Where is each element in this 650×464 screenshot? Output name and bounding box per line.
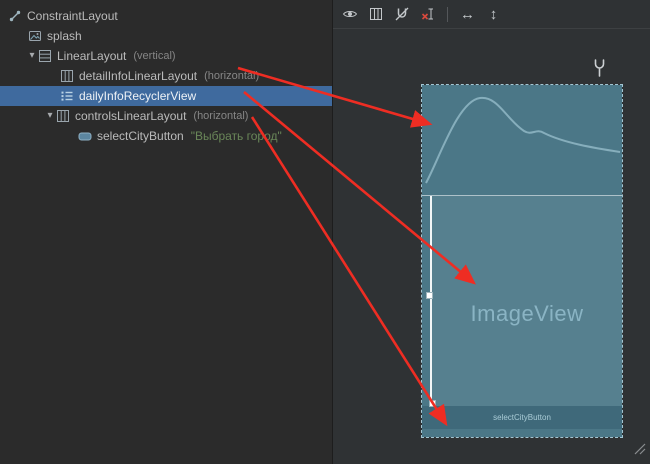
resize-handle-bottom-left[interactable] bbox=[429, 400, 436, 407]
constraint-layout-icon bbox=[8, 9, 22, 23]
select-city-button-label: selectCityButton bbox=[493, 413, 551, 422]
tree-item-annotation: (vertical) bbox=[133, 50, 175, 62]
clear-constraints-icon[interactable] bbox=[419, 6, 436, 23]
linear-layout-vertical-icon bbox=[38, 49, 52, 63]
linear-layout-horizontal-icon bbox=[56, 109, 70, 123]
tree-item-controlslinearlayout[interactable]: controlsLinearLayout (horizontal) bbox=[0, 106, 332, 126]
imageview-label: ImageView bbox=[471, 301, 584, 327]
autoconnect-off-icon[interactable] bbox=[393, 6, 410, 23]
expand-vertical-icon[interactable] bbox=[485, 6, 502, 23]
tree-item-label: dailyInfoRecyclerView bbox=[79, 89, 196, 103]
tree-item-label: controlsLinearLayout bbox=[75, 109, 186, 123]
resize-handle-left[interactable] bbox=[426, 292, 433, 299]
detail-info-section[interactable] bbox=[422, 85, 622, 195]
imageview-preview[interactable]: ImageView bbox=[430, 196, 622, 406]
design-canvas[interactable]: ImageView selectCityButton bbox=[333, 28, 650, 464]
design-surface-panel: ImageView selectCityButton bbox=[332, 0, 650, 464]
controls-section[interactable]: selectCityButton bbox=[422, 406, 622, 429]
button-icon bbox=[78, 129, 92, 143]
tree-item-text-value: "Выбрать город" bbox=[191, 129, 282, 143]
tree-item-annotation: (horizontal) bbox=[204, 70, 259, 82]
expand-horizontal-icon[interactable] bbox=[459, 6, 476, 23]
tree-item-label: splash bbox=[47, 29, 82, 43]
tree-item-label: LinearLayout bbox=[57, 49, 126, 63]
resize-grip-icon[interactable] bbox=[631, 440, 647, 461]
design-toolbar bbox=[333, 0, 650, 29]
chart-curve bbox=[422, 85, 622, 195]
recycler-view-icon bbox=[60, 89, 74, 103]
toolbar-separator bbox=[447, 7, 448, 22]
linear-layout-horizontal-icon bbox=[60, 69, 74, 83]
tree-item-splash[interactable]: splash bbox=[0, 26, 332, 46]
plug-icon[interactable] bbox=[592, 58, 607, 82]
tree-item-label: detailInfoLinearLayout bbox=[79, 69, 197, 83]
component-tree-panel: ConstraintLayout splash LinearLayout (ve… bbox=[0, 0, 332, 464]
column-guides-icon[interactable] bbox=[367, 6, 384, 23]
device-preview[interactable]: ImageView selectCityButton bbox=[422, 85, 622, 437]
layout-editor-window: ConstraintLayout splash LinearLayout (ve… bbox=[0, 0, 650, 464]
tree-item-label: ConstraintLayout bbox=[27, 9, 118, 23]
tree-item-linearlayout[interactable]: LinearLayout (vertical) bbox=[0, 46, 332, 66]
tree-item-annotation: (horizontal) bbox=[193, 110, 248, 122]
chevron-down-icon[interactable] bbox=[44, 111, 56, 121]
tree-item-dailyinforecyclerview[interactable]: dailyInfoRecyclerView bbox=[0, 86, 332, 106]
image-view-icon bbox=[28, 29, 42, 43]
tree-item-selectcitybutton[interactable]: selectCityButton "Выбрать город" bbox=[0, 126, 332, 146]
view-options-icon[interactable] bbox=[341, 6, 358, 23]
chevron-down-icon[interactable] bbox=[26, 51, 38, 61]
tree-item-detailinfolinearlayout[interactable]: detailInfoLinearLayout (horizontal) bbox=[0, 66, 332, 86]
tree-item-label: selectCityButton bbox=[97, 129, 184, 143]
tree-item-constraintlayout[interactable]: ConstraintLayout bbox=[0, 6, 332, 26]
